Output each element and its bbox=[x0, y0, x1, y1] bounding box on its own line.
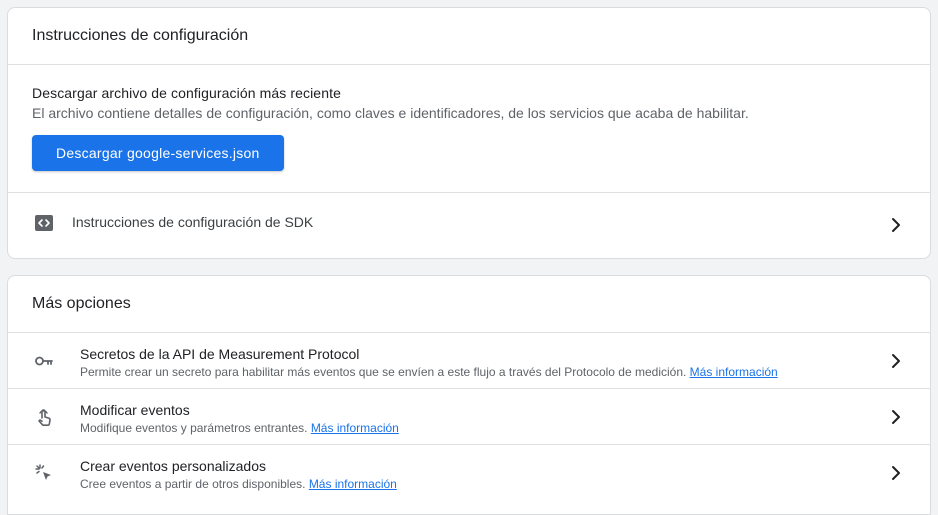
sdk-setup-instructions-label: Instrucciones de configuración de SDK bbox=[72, 214, 314, 230]
touch-icon bbox=[38, 409, 51, 426]
create-custom-events-desc-text: Cree eventos a partir de otros disponibl… bbox=[80, 477, 306, 491]
modify-events-desc-text: Modifique eventos y parámetros entrantes… bbox=[80, 421, 308, 435]
chevron-right-icon[interactable] bbox=[888, 465, 904, 481]
setup-instructions-title: Instrucciones de configuración bbox=[8, 8, 930, 65]
download-config-section: Descargar archivo de configuración más r… bbox=[8, 65, 930, 193]
measurement-protocol-secrets-row[interactable]: Secretos de la API de Measurement Protoc… bbox=[8, 333, 930, 389]
download-config-heading: Descargar archivo de configuración más r… bbox=[32, 85, 341, 101]
create-custom-events-title: Crear eventos personalizados bbox=[80, 458, 266, 474]
measurement-protocol-title: Secretos de la API de Measurement Protoc… bbox=[80, 346, 360, 362]
create-custom-events-row[interactable]: Crear eventos personalizados Cree evento… bbox=[8, 445, 930, 501]
chevron-right-icon[interactable] bbox=[888, 217, 904, 233]
more-options-title: Más opciones bbox=[8, 276, 930, 333]
measurement-protocol-desc-text: Permite crear un secreto para habilitar … bbox=[80, 365, 687, 379]
download-config-description: El archivo contiene detalles de configur… bbox=[32, 105, 749, 121]
modify-events-row[interactable]: Modificar eventos Modifique eventos y pa… bbox=[8, 389, 930, 445]
measurement-protocol-description: Permite crear un secreto para habilitar … bbox=[80, 364, 778, 380]
modify-events-description: Modifique eventos y parámetros entrantes… bbox=[80, 420, 399, 436]
code-icon bbox=[35, 215, 53, 231]
create-custom-events-learn-more-link[interactable]: Más información bbox=[309, 477, 397, 491]
click-sparkle-icon bbox=[35, 464, 51, 480]
chevron-right-icon[interactable] bbox=[888, 409, 904, 425]
modify-events-learn-more-link[interactable]: Más información bbox=[311, 421, 399, 435]
measurement-protocol-learn-more-link[interactable]: Más información bbox=[690, 365, 778, 379]
sdk-setup-instructions-row[interactable]: Instrucciones de configuración de SDK bbox=[8, 193, 930, 257]
setup-instructions-card: Instrucciones de configuración Descargar… bbox=[7, 7, 931, 259]
download-google-services-button[interactable]: Descargar google-services.json bbox=[32, 135, 284, 171]
modify-events-title: Modificar eventos bbox=[80, 402, 190, 418]
key-icon bbox=[35, 356, 53, 366]
more-options-card: Más opciones Secretos de la API de Measu… bbox=[7, 275, 931, 515]
create-custom-events-description: Cree eventos a partir de otros disponibl… bbox=[80, 476, 397, 492]
chevron-right-icon[interactable] bbox=[888, 353, 904, 369]
